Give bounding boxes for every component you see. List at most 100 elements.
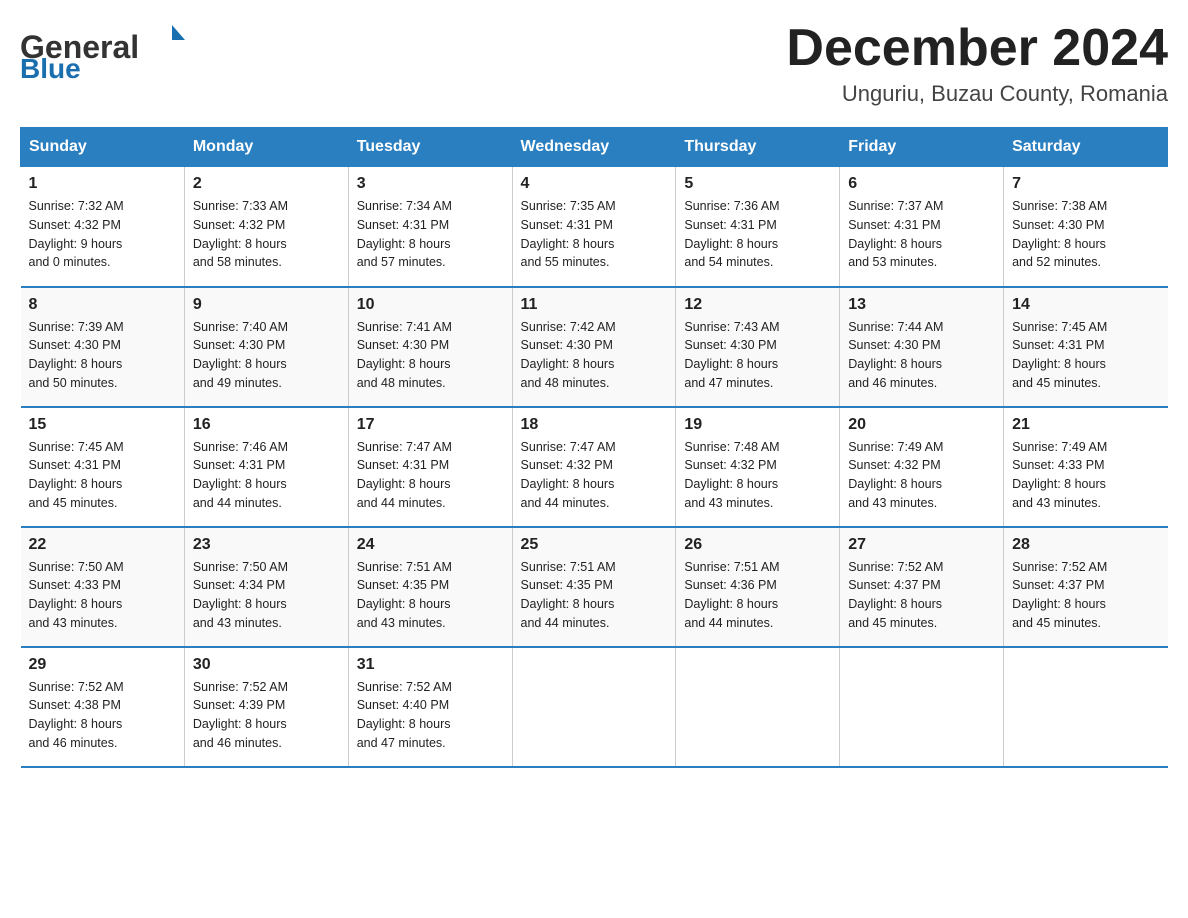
- day-number: 28: [1012, 536, 1159, 554]
- day-info: Sunrise: 7:45 AMSunset: 4:31 PMDaylight:…: [29, 438, 176, 513]
- day-number: 3: [357, 175, 504, 193]
- day-number: 18: [521, 416, 668, 434]
- calendar-cell: 16 Sunrise: 7:46 AMSunset: 4:31 PMDaylig…: [184, 407, 348, 527]
- calendar-cell: 15 Sunrise: 7:45 AMSunset: 4:31 PMDaylig…: [21, 407, 185, 527]
- logo-svg: General Blue: [20, 20, 220, 80]
- day-info: Sunrise: 7:52 AMSunset: 4:39 PMDaylight:…: [193, 678, 340, 753]
- day-number: 8: [29, 296, 176, 314]
- day-number: 21: [1012, 416, 1159, 434]
- col-saturday: Saturday: [1004, 128, 1168, 167]
- day-number: 11: [521, 296, 668, 314]
- calendar-week-5: 29 Sunrise: 7:52 AMSunset: 4:38 PMDaylig…: [21, 647, 1168, 767]
- day-number: 23: [193, 536, 340, 554]
- day-number: 14: [1012, 296, 1159, 314]
- calendar-cell: 27 Sunrise: 7:52 AMSunset: 4:37 PMDaylig…: [840, 527, 1004, 647]
- day-number: 13: [848, 296, 995, 314]
- day-number: 25: [521, 536, 668, 554]
- calendar-week-1: 1 Sunrise: 7:32 AMSunset: 4:32 PMDayligh…: [21, 167, 1168, 287]
- day-number: 24: [357, 536, 504, 554]
- day-info: Sunrise: 7:49 AMSunset: 4:32 PMDaylight:…: [848, 438, 995, 513]
- calendar-week-4: 22 Sunrise: 7:50 AMSunset: 4:33 PMDaylig…: [21, 527, 1168, 647]
- logo: General Blue: [20, 20, 220, 80]
- calendar-cell: 18 Sunrise: 7:47 AMSunset: 4:32 PMDaylig…: [512, 407, 676, 527]
- calendar-cell: 28 Sunrise: 7:52 AMSunset: 4:37 PMDaylig…: [1004, 527, 1168, 647]
- col-sunday: Sunday: [21, 128, 185, 167]
- day-info: Sunrise: 7:52 AMSunset: 4:37 PMDaylight:…: [1012, 558, 1159, 633]
- day-number: 12: [684, 296, 831, 314]
- day-number: 31: [357, 656, 504, 674]
- day-number: 20: [848, 416, 995, 434]
- day-number: 7: [1012, 175, 1159, 193]
- title-block: December 2024 Unguriu, Buzau County, Rom…: [786, 20, 1168, 107]
- day-number: 6: [848, 175, 995, 193]
- calendar-cell: 1 Sunrise: 7:32 AMSunset: 4:32 PMDayligh…: [21, 167, 185, 287]
- day-info: Sunrise: 7:51 AMSunset: 4:35 PMDaylight:…: [357, 558, 504, 633]
- day-info: Sunrise: 7:37 AMSunset: 4:31 PMDaylight:…: [848, 197, 995, 272]
- day-number: 30: [193, 656, 340, 674]
- day-info: Sunrise: 7:50 AMSunset: 4:34 PMDaylight:…: [193, 558, 340, 633]
- day-number: 17: [357, 416, 504, 434]
- calendar-cell: 26 Sunrise: 7:51 AMSunset: 4:36 PMDaylig…: [676, 527, 840, 647]
- day-info: Sunrise: 7:45 AMSunset: 4:31 PMDaylight:…: [1012, 318, 1159, 393]
- day-info: Sunrise: 7:42 AMSunset: 4:30 PMDaylight:…: [521, 318, 668, 393]
- calendar-cell: 20 Sunrise: 7:49 AMSunset: 4:32 PMDaylig…: [840, 407, 1004, 527]
- calendar-cell: [676, 647, 840, 767]
- calendar-cell: 24 Sunrise: 7:51 AMSunset: 4:35 PMDaylig…: [348, 527, 512, 647]
- calendar-cell: 23 Sunrise: 7:50 AMSunset: 4:34 PMDaylig…: [184, 527, 348, 647]
- calendar-cell: 29 Sunrise: 7:52 AMSunset: 4:38 PMDaylig…: [21, 647, 185, 767]
- day-info: Sunrise: 7:52 AMSunset: 4:37 PMDaylight:…: [848, 558, 995, 633]
- day-info: Sunrise: 7:33 AMSunset: 4:32 PMDaylight:…: [193, 197, 340, 272]
- day-info: Sunrise: 7:48 AMSunset: 4:32 PMDaylight:…: [684, 438, 831, 513]
- day-number: 10: [357, 296, 504, 314]
- calendar-cell: 30 Sunrise: 7:52 AMSunset: 4:39 PMDaylig…: [184, 647, 348, 767]
- calendar-cell: 4 Sunrise: 7:35 AMSunset: 4:31 PMDayligh…: [512, 167, 676, 287]
- day-info: Sunrise: 7:34 AMSunset: 4:31 PMDaylight:…: [357, 197, 504, 272]
- day-info: Sunrise: 7:51 AMSunset: 4:36 PMDaylight:…: [684, 558, 831, 633]
- day-number: 9: [193, 296, 340, 314]
- day-info: Sunrise: 7:47 AMSunset: 4:31 PMDaylight:…: [357, 438, 504, 513]
- day-info: Sunrise: 7:44 AMSunset: 4:30 PMDaylight:…: [848, 318, 995, 393]
- day-number: 19: [684, 416, 831, 434]
- calendar-week-2: 8 Sunrise: 7:39 AMSunset: 4:30 PMDayligh…: [21, 287, 1168, 407]
- day-info: Sunrise: 7:41 AMSunset: 4:30 PMDaylight:…: [357, 318, 504, 393]
- calendar-table: Sunday Monday Tuesday Wednesday Thursday…: [20, 127, 1168, 768]
- col-monday: Monday: [184, 128, 348, 167]
- day-info: Sunrise: 7:46 AMSunset: 4:31 PMDaylight:…: [193, 438, 340, 513]
- calendar-cell: 3 Sunrise: 7:34 AMSunset: 4:31 PMDayligh…: [348, 167, 512, 287]
- calendar-cell: 25 Sunrise: 7:51 AMSunset: 4:35 PMDaylig…: [512, 527, 676, 647]
- calendar-cell: 12 Sunrise: 7:43 AMSunset: 4:30 PMDaylig…: [676, 287, 840, 407]
- calendar-cell: 2 Sunrise: 7:33 AMSunset: 4:32 PMDayligh…: [184, 167, 348, 287]
- col-wednesday: Wednesday: [512, 128, 676, 167]
- day-info: Sunrise: 7:51 AMSunset: 4:35 PMDaylight:…: [521, 558, 668, 633]
- day-number: 29: [29, 656, 176, 674]
- calendar-cell: 22 Sunrise: 7:50 AMSunset: 4:33 PMDaylig…: [21, 527, 185, 647]
- day-info: Sunrise: 7:49 AMSunset: 4:33 PMDaylight:…: [1012, 438, 1159, 513]
- calendar-cell: [512, 647, 676, 767]
- day-info: Sunrise: 7:47 AMSunset: 4:32 PMDaylight:…: [521, 438, 668, 513]
- day-number: 26: [684, 536, 831, 554]
- calendar-cell: 21 Sunrise: 7:49 AMSunset: 4:33 PMDaylig…: [1004, 407, 1168, 527]
- day-info: Sunrise: 7:40 AMSunset: 4:30 PMDaylight:…: [193, 318, 340, 393]
- calendar-cell: [840, 647, 1004, 767]
- calendar-cell: 9 Sunrise: 7:40 AMSunset: 4:30 PMDayligh…: [184, 287, 348, 407]
- svg-text:Blue: Blue: [20, 53, 81, 80]
- location-title: Unguriu, Buzau County, Romania: [786, 81, 1168, 107]
- day-number: 1: [29, 175, 176, 193]
- day-info: Sunrise: 7:50 AMSunset: 4:33 PMDaylight:…: [29, 558, 176, 633]
- calendar-header-row: Sunday Monday Tuesday Wednesday Thursday…: [21, 128, 1168, 167]
- calendar-week-3: 15 Sunrise: 7:45 AMSunset: 4:31 PMDaylig…: [21, 407, 1168, 527]
- col-thursday: Thursday: [676, 128, 840, 167]
- day-info: Sunrise: 7:39 AMSunset: 4:30 PMDaylight:…: [29, 318, 176, 393]
- page-header: General Blue December 2024 Unguriu, Buza…: [20, 20, 1168, 107]
- day-number: 22: [29, 536, 176, 554]
- day-info: Sunrise: 7:32 AMSunset: 4:32 PMDaylight:…: [29, 197, 176, 272]
- calendar-cell: 17 Sunrise: 7:47 AMSunset: 4:31 PMDaylig…: [348, 407, 512, 527]
- day-number: 16: [193, 416, 340, 434]
- col-tuesday: Tuesday: [348, 128, 512, 167]
- day-info: Sunrise: 7:36 AMSunset: 4:31 PMDaylight:…: [684, 197, 831, 272]
- day-number: 4: [521, 175, 668, 193]
- calendar-cell: 19 Sunrise: 7:48 AMSunset: 4:32 PMDaylig…: [676, 407, 840, 527]
- calendar-cell: 13 Sunrise: 7:44 AMSunset: 4:30 PMDaylig…: [840, 287, 1004, 407]
- calendar-cell: 8 Sunrise: 7:39 AMSunset: 4:30 PMDayligh…: [21, 287, 185, 407]
- day-info: Sunrise: 7:35 AMSunset: 4:31 PMDaylight:…: [521, 197, 668, 272]
